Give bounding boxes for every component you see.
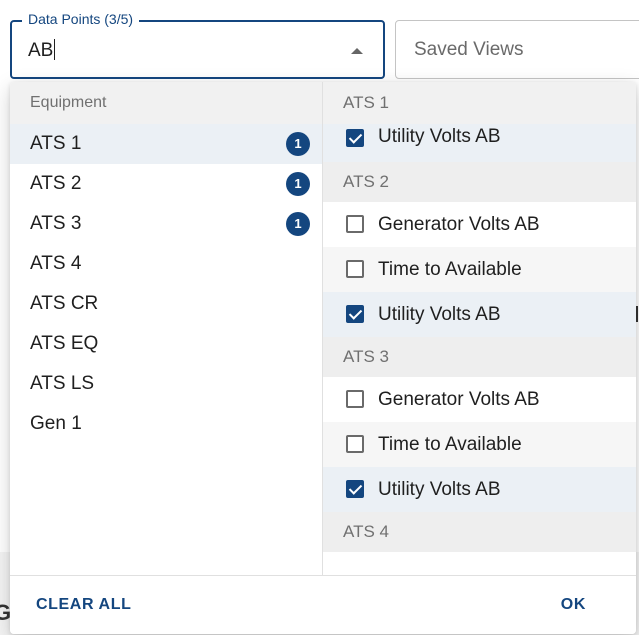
data-point-option[interactable]: Time to Available [323, 422, 636, 467]
equipment-item[interactable]: ATS EQ [10, 324, 322, 364]
checkbox-checked-icon[interactable] [346, 129, 364, 147]
equipment-group-header: ATS 3 [323, 337, 636, 377]
selected-count-badge: 1 [286, 212, 310, 236]
chevron-up-icon[interactable] [351, 48, 363, 54]
equipment-group-header: ATS 4 [323, 512, 636, 552]
equipment-item-label: ATS CR [30, 293, 99, 314]
data-point-option[interactable]: Utility Volts AB [323, 292, 636, 337]
data-point-option[interactable]: Generator Volts AB [323, 377, 636, 422]
data-points-field[interactable]: AB [10, 20, 385, 79]
checkbox-unchecked-icon[interactable] [346, 215, 364, 233]
data-point-label: Utility Volts AB [378, 304, 501, 325]
equipment-item[interactable]: ATS 1 1 [10, 124, 322, 164]
data-points-input-value: AB [28, 40, 54, 61]
checkbox-unchecked-icon[interactable] [346, 435, 364, 453]
saved-views-placeholder: Saved Views [414, 39, 524, 60]
equipment-item[interactable]: ATS 3 1 [10, 204, 322, 244]
ok-button[interactable]: OK [561, 596, 586, 614]
equipment-item[interactable]: ATS LS [10, 364, 322, 404]
data-point-option[interactable]: Utility Volts AB [323, 467, 636, 512]
equipment-item[interactable]: ATS 2 1 [10, 164, 322, 204]
data-point-label: Utility Volts AB [378, 126, 501, 147]
data-points-dropdown: Equipment ATS 1 1 ATS 2 1 ATS 3 1 ATS 4 ATS CR A… [10, 82, 636, 634]
data-points-input[interactable]: AB [28, 39, 56, 62]
saved-views-select[interactable]: Saved Views [395, 20, 639, 79]
equipment-item[interactable]: ATS 4 [10, 244, 322, 284]
equipment-group-header: ATS 2 [323, 162, 636, 202]
checkbox-checked-icon[interactable] [346, 480, 364, 498]
equipment-item[interactable]: ATS CR [10, 284, 322, 324]
data-point-option[interactable]: Time to Available [323, 247, 636, 292]
equipment-header: Equipment [10, 82, 322, 124]
equipment-item-label: ATS 4 [30, 253, 82, 274]
dropdown-footer: CLEAR ALL OK [10, 575, 636, 634]
selected-count-badge: 1 [286, 172, 310, 196]
data-point-label: Generator Volts AB [378, 214, 540, 235]
text-caret [54, 39, 56, 60]
equipment-item-label: ATS 1 [30, 133, 82, 154]
selected-count-badge: 1 [286, 132, 310, 156]
data-point-label: Generator Volts AB [378, 389, 540, 410]
data-point-label: Time to Available [378, 259, 522, 280]
equipment-item-label: ATS 2 [30, 173, 82, 194]
checkbox-unchecked-icon[interactable] [346, 260, 364, 278]
data-point-option[interactable]: Utility Volts AB [323, 124, 636, 162]
data-point-label: Time to Available [378, 434, 522, 455]
checkbox-checked-icon[interactable] [346, 305, 364, 323]
equipment-group-header: ATS 1 [323, 82, 636, 124]
equipment-item-label: Gen 1 [30, 413, 82, 434]
checkbox-unchecked-icon[interactable] [346, 390, 364, 408]
clear-all-button[interactable]: CLEAR ALL [36, 596, 131, 614]
data-point-list[interactable]: ATS 1 Utility Volts AB ATS 2 Generator Volt… [323, 82, 636, 575]
data-points-label: Data Points (3/5) [22, 10, 140, 28]
data-point-option[interactable]: Generator Volts AB [323, 202, 636, 247]
equipment-item-label: ATS EQ [30, 333, 99, 354]
equipment-item-label: ATS LS [30, 373, 95, 394]
equipment-item-label: ATS 3 [30, 213, 82, 234]
equipment-item[interactable]: Gen 1 [10, 404, 322, 444]
data-point-label: Utility Volts AB [378, 479, 501, 500]
equipment-list: Equipment ATS 1 1 ATS 2 1 ATS 3 1 ATS 4 ATS CR A… [10, 82, 322, 575]
